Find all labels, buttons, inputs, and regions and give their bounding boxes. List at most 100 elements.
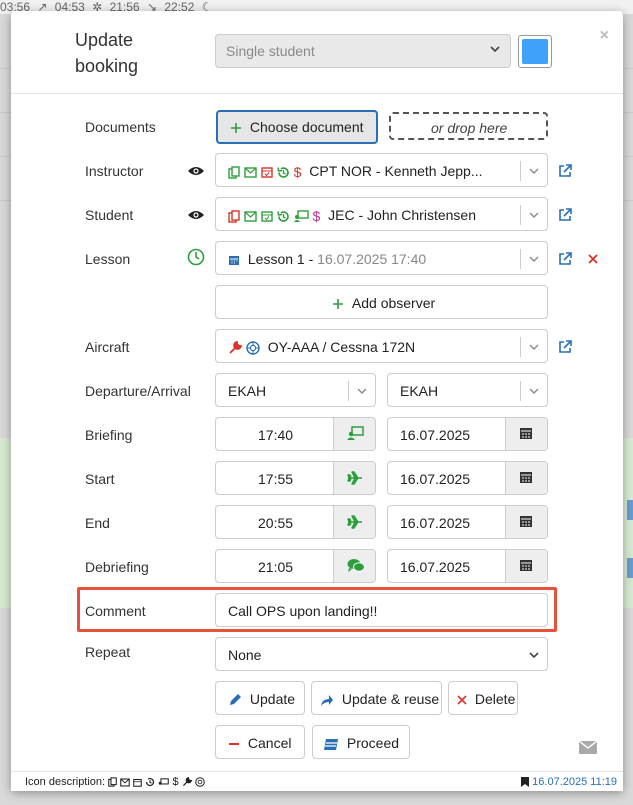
calendar-icon: [520, 516, 532, 527]
remove-lesson-icon[interactable]: [588, 254, 598, 264]
chevron-down-icon: [357, 388, 367, 394]
comment-label: Comment: [85, 603, 146, 619]
plus-icon: [231, 123, 241, 134]
aircraft-label: Aircraft: [85, 339, 130, 355]
close-icon[interactable]: ×: [600, 27, 609, 45]
clock-icon[interactable]: [187, 248, 205, 266]
start-date-input[interactable]: 16.07.2025: [387, 461, 548, 495]
plane-icon: [347, 515, 362, 529]
briefing-label: Briefing: [85, 427, 133, 443]
modal-title: Update booking: [75, 30, 139, 76]
end-date-addon[interactable]: [505, 506, 547, 538]
calendar-icon: [261, 211, 273, 222]
booking-type-select[interactable]: Single student: [215, 34, 511, 68]
copy-icon: [228, 166, 240, 179]
history-icon: [146, 778, 155, 787]
dollar-icon: $: [293, 164, 302, 181]
pencil-icon: [230, 694, 241, 706]
update-button[interactable]: Update: [215, 681, 305, 715]
share-icon: [321, 694, 333, 706]
comment-input[interactable]: Call OPS upon landing!!: [215, 593, 548, 627]
end-time-input[interactable]: 20:55: [215, 505, 376, 539]
update-reuse-button[interactable]: Update & reuse: [311, 681, 442, 715]
start-label: Start: [85, 471, 115, 487]
history-icon: [276, 211, 289, 222]
external-link-icon[interactable]: [557, 163, 573, 179]
external-link-icon[interactable]: [557, 251, 573, 267]
envelope-icon: [244, 167, 257, 178]
aircraft-select[interactable]: OY-AAA / Cessna 172N: [215, 329, 548, 363]
copy-icon: [228, 210, 240, 223]
documents-label: Documents: [85, 119, 156, 135]
history-icon: [276, 167, 289, 178]
envelope-icon: [120, 778, 131, 787]
footer-timestamp: 16.07.2025 11:19: [521, 776, 617, 788]
instructor-label: Instructor: [85, 163, 144, 179]
chevron-down-icon: [490, 44, 500, 57]
arrival-select[interactable]: EKAH: [387, 373, 548, 407]
background-booking-marker: [627, 558, 633, 578]
comments-icon: [347, 559, 365, 572]
end-addon: [333, 506, 375, 538]
icon-description: Icon description: $: [25, 776, 205, 788]
calendar-icon: [520, 472, 532, 483]
plane-icon: [347, 471, 362, 485]
envelope-icon[interactable]: [579, 741, 597, 754]
repeat-select[interactable]: None: [215, 637, 548, 671]
debriefing-date-input[interactable]: 16.07.2025: [387, 549, 548, 583]
repeat-label: Repeat: [85, 644, 131, 660]
lesson-label: Lesson: [85, 251, 131, 267]
booking-color-picker[interactable]: [518, 35, 552, 68]
eye-icon[interactable]: [187, 209, 205, 221]
lesson-select[interactable]: Lesson 1 - 16.07.2025 17:40: [215, 241, 548, 275]
briefing-time-input[interactable]: 17:40: [215, 417, 376, 451]
background-booking-marker: [627, 500, 633, 520]
briefing-icon: [293, 210, 309, 223]
start-date-addon[interactable]: [505, 462, 547, 494]
external-link-icon[interactable]: [557, 207, 573, 223]
bookmark-icon: [521, 777, 530, 788]
wrench-icon: [182, 777, 192, 787]
dollar-icon: $: [312, 208, 321, 225]
calendar-icon: [520, 560, 532, 571]
delete-button[interactable]: Delete: [448, 681, 518, 715]
student-label: Student: [85, 207, 134, 223]
end-date-input[interactable]: 16.07.2025: [387, 505, 548, 539]
instructor-select[interactable]: $ CPT NOR - Kenneth Jepp...: [215, 153, 548, 187]
calendar-icon: [229, 256, 239, 266]
add-observer-button[interactable]: Add observer: [215, 285, 548, 319]
cancel-button[interactable]: Cancel: [215, 725, 305, 759]
student-select[interactable]: $ JEC - John Christensen: [215, 197, 548, 231]
envelope-icon: [244, 211, 257, 222]
choose-document-button[interactable]: Choose document: [216, 110, 378, 144]
plus-icon: [333, 299, 343, 310]
debriefing-date-addon[interactable]: [505, 550, 547, 582]
calendar-icon: [520, 428, 532, 439]
dollar-icon: $: [172, 776, 179, 788]
debriefing-addon: [333, 550, 375, 582]
drop-zone[interactable]: or drop here: [389, 112, 548, 140]
chevron-down-icon: [529, 388, 539, 394]
modal-footer: Icon description: $ 16.07.2025 11:19: [11, 771, 623, 791]
copy-icon: [108, 777, 117, 787]
chevron-down-icon: [529, 212, 539, 218]
debriefing-time-input[interactable]: 21:05: [215, 549, 376, 583]
briefing-icon: [347, 426, 364, 440]
eye-icon[interactable]: [187, 165, 205, 177]
start-time-input[interactable]: 17:55: [215, 461, 376, 495]
minus-icon: [229, 743, 239, 746]
close-icon: [457, 695, 467, 705]
proceed-button[interactable]: Proceed: [312, 725, 410, 759]
external-link-icon[interactable]: [557, 339, 573, 355]
departure-arrival-label: Departure/Arrival: [85, 383, 191, 399]
tachometer-icon: [246, 341, 260, 355]
end-label: End: [85, 515, 110, 531]
proceed-icon: [324, 738, 338, 750]
wrench-icon: [229, 341, 242, 354]
departure-select[interactable]: EKAH: [215, 373, 376, 407]
chevron-down-icon: [529, 168, 539, 174]
modal-header: Update booking Single student ×: [11, 11, 623, 94]
briefing-date-input[interactable]: 16.07.2025: [387, 417, 548, 451]
briefing-date-addon[interactable]: [505, 418, 547, 450]
chevron-down-icon: [529, 256, 539, 262]
